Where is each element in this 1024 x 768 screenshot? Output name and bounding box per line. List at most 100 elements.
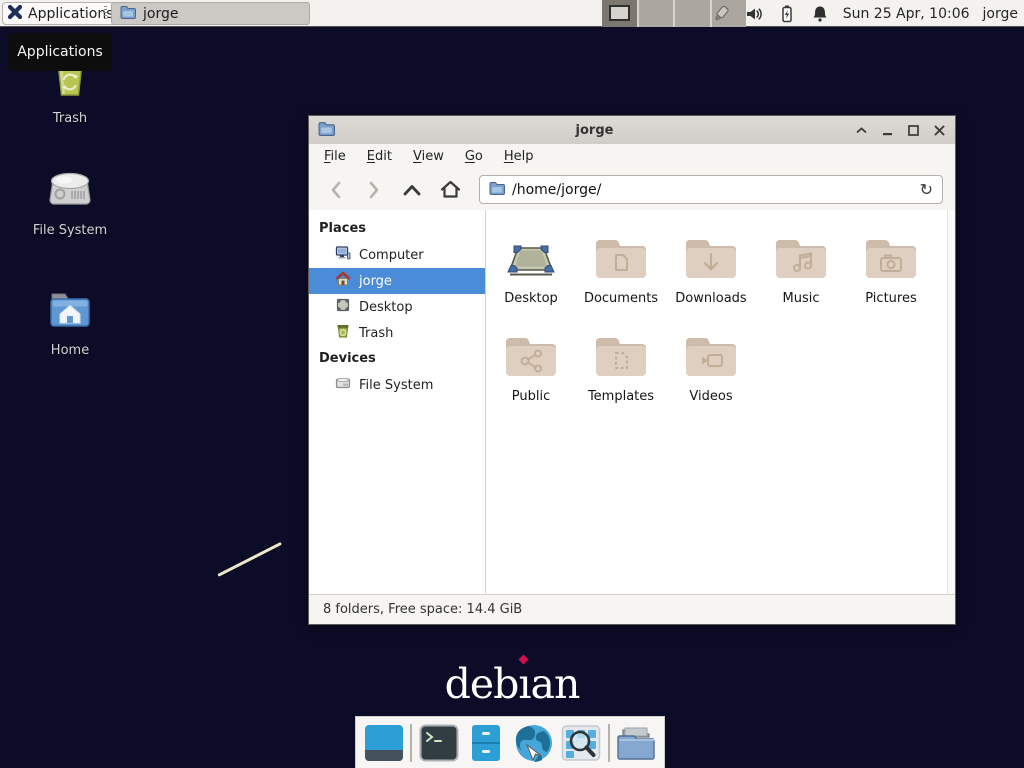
file-item-downloads[interactable]: Downloads xyxy=(666,224,756,322)
taskbar-window-button[interactable]: jorge xyxy=(111,2,310,25)
sidebar-item-label: Trash xyxy=(359,326,393,341)
xfce-menu-icon xyxy=(7,4,23,24)
file-item-label: Pictures xyxy=(865,291,916,306)
back-button[interactable] xyxy=(321,176,351,204)
close-button[interactable] xyxy=(932,123,946,137)
file-item-videos[interactable]: Videos xyxy=(666,322,756,420)
desktop-icon-label: Trash xyxy=(53,111,87,126)
shade-button[interactable] xyxy=(854,123,868,137)
window-titlebar[interactable]: jorge xyxy=(309,116,955,144)
panel-separator-handle[interactable] xyxy=(104,6,107,21)
sidebar-item-file-system[interactable]: File System xyxy=(309,372,485,398)
places-header: Places xyxy=(309,216,485,242)
notifications-icon[interactable] xyxy=(810,4,830,24)
dock-separator xyxy=(410,724,412,762)
desktop-icon-label: File System xyxy=(33,223,107,238)
bottom-dock xyxy=(355,716,665,768)
file-manager-window: jorge File Edit View Go Help xyxy=(308,115,956,625)
file-item-label: Templates xyxy=(588,389,654,404)
stylus-icon[interactable] xyxy=(711,4,731,24)
file-item-pictures[interactable]: Pictures xyxy=(846,224,936,322)
panel-username[interactable]: jorge xyxy=(983,6,1018,22)
menu-go[interactable]: Go xyxy=(465,149,483,164)
sidebar-item-desktop[interactable]: Desktop xyxy=(309,294,485,320)
videos-folder-icon xyxy=(682,322,740,380)
vertical-scrollbar[interactable] xyxy=(947,210,955,594)
public-folder-icon xyxy=(502,322,560,380)
home-icon xyxy=(335,271,351,291)
workspace-1[interactable] xyxy=(602,0,639,27)
documents-folder-icon xyxy=(592,224,650,282)
file-item-label: Downloads xyxy=(675,291,746,306)
window-controls xyxy=(854,123,946,137)
system-tray: Sun 25 Apr, 10:06 jorge xyxy=(711,0,1018,27)
file-view: Desktop Documents Downloads xyxy=(486,210,955,594)
desktop-icon-home[interactable]: Home xyxy=(20,288,120,358)
desktop-folder-icon xyxy=(502,224,560,282)
desktop-line-artifact xyxy=(217,542,282,577)
templates-folder-icon xyxy=(592,322,650,380)
file-item-music[interactable]: Music xyxy=(756,224,846,322)
top-panel: Applications jorge xyxy=(0,0,1024,27)
status-bar: 8 folders, Free space: 14.4 GiB xyxy=(309,594,955,624)
web-browser-icon[interactable] xyxy=(513,722,555,764)
show-desktop-icon[interactable] xyxy=(363,722,405,764)
status-text: 8 folders, Free space: 14.4 GiB xyxy=(323,602,522,617)
battery-icon[interactable] xyxy=(777,4,797,24)
file-item-templates[interactable]: Templates xyxy=(576,322,666,420)
window-content: Places Computer jorge xyxy=(309,210,955,594)
app-finder-icon[interactable] xyxy=(560,722,602,764)
computer-icon xyxy=(335,245,351,265)
sidebar: Places Computer jorge xyxy=(309,210,486,594)
menu-file[interactable]: File xyxy=(324,149,346,164)
desktop-icon-file-system[interactable]: File System xyxy=(20,168,120,238)
sidebar-item-trash[interactable]: Trash xyxy=(309,320,485,346)
debian-logo-text: debıan xyxy=(445,660,580,708)
file-item-label: Documents xyxy=(584,291,658,306)
sidebar-item-label: Desktop xyxy=(359,300,413,315)
folder-icon xyxy=(120,5,136,23)
file-cabinet-icon[interactable] xyxy=(465,722,507,764)
taskbar-window-label: jorge xyxy=(143,6,178,22)
location-bar[interactable]: /home/jorge/ ↻ xyxy=(479,175,943,204)
sidebar-item-computer[interactable]: Computer xyxy=(309,242,485,268)
up-button[interactable] xyxy=(397,176,427,204)
maximize-button[interactable] xyxy=(906,123,920,137)
panel-clock[interactable]: Sun 25 Apr, 10:06 xyxy=(843,6,970,22)
file-item-label: Music xyxy=(783,291,820,306)
home-button[interactable] xyxy=(435,176,465,204)
downloads-folder-icon xyxy=(682,224,740,282)
workspace-2[interactable] xyxy=(639,0,676,27)
tooltip-text: Applications xyxy=(17,44,103,60)
sidebar-item-label: Computer xyxy=(359,248,424,263)
drive-small-icon xyxy=(335,375,351,395)
file-item-label: Public xyxy=(512,389,550,404)
devices-header: Devices xyxy=(309,346,485,372)
minimize-button[interactable] xyxy=(880,123,894,137)
sidebar-item-jorge[interactable]: jorge xyxy=(309,268,485,294)
applications-tooltip: Applications xyxy=(8,33,112,71)
file-item-label: Desktop xyxy=(504,291,558,306)
sidebar-item-label: jorge xyxy=(359,274,392,289)
path-text[interactable]: /home/jorge/ xyxy=(512,182,913,198)
applications-menu-label: Applications xyxy=(28,6,114,22)
menu-view[interactable]: View xyxy=(413,149,444,164)
forward-button[interactable] xyxy=(359,176,389,204)
reload-icon[interactable]: ↻ xyxy=(920,182,933,198)
window-title: jorge xyxy=(335,123,854,138)
file-manager-icon[interactable] xyxy=(615,722,657,764)
file-grid: Desktop Documents Downloads xyxy=(486,210,938,420)
menu-edit[interactable]: Edit xyxy=(367,149,392,164)
workspace-3[interactable] xyxy=(675,0,712,27)
dock-separator xyxy=(608,724,610,762)
workspace-window-thumb xyxy=(609,5,630,21)
file-item-desktop[interactable]: Desktop xyxy=(486,224,576,322)
volume-icon[interactable] xyxy=(744,4,764,24)
terminal-icon[interactable] xyxy=(418,722,460,764)
drive-icon xyxy=(45,168,95,216)
file-item-public[interactable]: Public xyxy=(486,322,576,420)
file-item-documents[interactable]: Documents xyxy=(576,224,666,322)
menu-help[interactable]: Help xyxy=(504,149,534,164)
debian-logo: debıan xyxy=(0,660,1024,708)
trash-small-icon xyxy=(335,323,351,343)
